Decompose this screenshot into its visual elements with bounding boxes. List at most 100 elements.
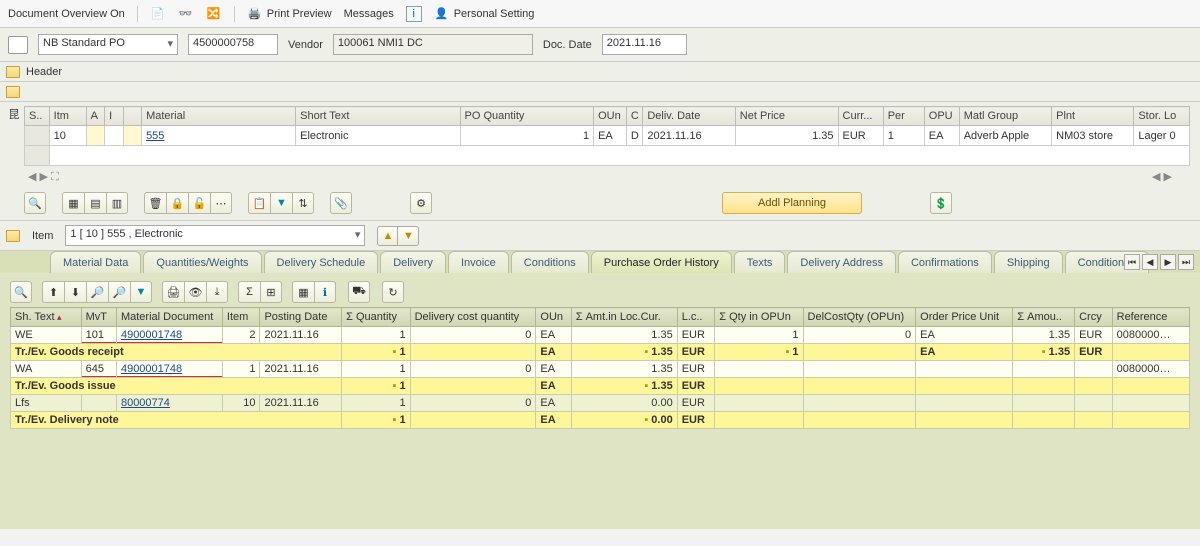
cell-curr[interactable]: EUR [838, 126, 883, 146]
detail-icon[interactable]: 🔍 [10, 281, 32, 303]
sort-icon[interactable]: ⇅ [292, 192, 314, 214]
hist-cell[interactable]: 1 [342, 395, 410, 412]
hist-col-header[interactable]: Posting Date [260, 308, 342, 327]
hist-col-header[interactable]: MvT [81, 308, 116, 327]
hist-col-header[interactable]: Order Price Unit [916, 308, 1013, 327]
other-po-icon[interactable]: 🔀 [206, 6, 222, 22]
layout1-icon[interactable]: ▦ [62, 192, 84, 214]
hist-cell[interactable]: 1 [342, 361, 410, 378]
cell-oun[interactable]: EA [594, 126, 627, 146]
hist-cell[interactable]: EA [916, 327, 1013, 344]
cell-c[interactable]: D [626, 126, 642, 146]
refresh-icon[interactable]: ↻ [382, 281, 404, 303]
subtotal-icon[interactable]: ⊞ [260, 281, 282, 303]
cell-qty[interactable]: 1 [460, 126, 594, 146]
col-header[interactable]: Curr... [838, 107, 883, 126]
view-icon[interactable]: 👁 [184, 281, 206, 303]
tab-next-icon[interactable]: ▶ [1160, 254, 1176, 270]
cell-icon[interactable] [123, 126, 141, 146]
hist-cell[interactable] [1075, 395, 1113, 412]
col-header[interactable]: Net Price [735, 107, 838, 126]
col-header[interactable]: C [626, 107, 642, 126]
hist-col-header[interactable]: Σ Amou.. [1013, 308, 1075, 327]
layout-icon[interactable]: ▦ [292, 281, 314, 303]
sort-asc-icon[interactable]: ⬆ [42, 281, 64, 303]
row-selector[interactable] [25, 126, 50, 146]
hist-col-header[interactable]: OUn [536, 308, 571, 327]
hist-cell[interactable]: 2021.11.16 [260, 395, 342, 412]
hist-col-header[interactable]: Σ Quantity [342, 308, 410, 327]
col-header[interactable]: OPU [924, 107, 959, 126]
col-header[interactable]: A [86, 107, 104, 126]
tab-quantities-weights[interactable]: Quantities/Weights [143, 251, 261, 273]
hist-cell[interactable]: EUR [677, 361, 715, 378]
hist-cell[interactable] [803, 361, 916, 378]
hist-cell[interactable]: 0 [803, 327, 916, 344]
hist-cell[interactable]: 645 [81, 361, 116, 378]
hist-cell[interactable]: 1 [222, 361, 260, 378]
filter-icon[interactable]: ▼ [130, 281, 152, 303]
col-header[interactable]: Matl Group [959, 107, 1051, 126]
item-select[interactable]: 1 [ 10 ] 555 , Electronic [65, 225, 365, 246]
vendor-field[interactable]: 100061 NMI1 DC [333, 34, 533, 55]
col-header[interactable]: Short Text [296, 107, 460, 126]
cell-mgrp[interactable]: Adverb Apple [959, 126, 1051, 146]
doc-overview-menu[interactable]: Document Overview On [8, 8, 125, 20]
hist-cell[interactable]: 1.35 [1013, 327, 1075, 344]
layout3-icon[interactable]: ▥ [106, 192, 128, 214]
hist-col-header[interactable]: Delivery cost quantity [410, 308, 536, 327]
hist-col-header[interactable]: Reference [1112, 308, 1189, 327]
find-next-icon[interactable]: 🔎 [108, 281, 130, 303]
grid-config-icon[interactable]: 昆 [6, 106, 22, 122]
po-type-select[interactable]: NB Standard PO [38, 34, 178, 55]
col-header[interactable]: Stor. Lo [1134, 107, 1190, 126]
hist-cell[interactable] [81, 395, 116, 412]
arrow-down-icon[interactable]: ▼ [398, 227, 418, 245]
hist-cell[interactable]: EA [536, 395, 571, 412]
filter-icon[interactable]: ▼ [270, 192, 292, 214]
col-header[interactable]: S.. [25, 107, 50, 126]
col-header[interactable]: OUn [594, 107, 627, 126]
hist-cell[interactable] [715, 361, 803, 378]
hist-cell[interactable]: 1.35 [571, 327, 677, 344]
hist-cell[interactable] [916, 361, 1013, 378]
tab-texts[interactable]: Texts [734, 251, 786, 273]
material-doc-link[interactable]: 4900001748 [121, 329, 182, 341]
header-expand-bar[interactable]: Header [0, 62, 1200, 82]
hist-cell[interactable]: 10 [222, 395, 260, 412]
unlock-icon[interactable]: 🔓 [188, 192, 210, 214]
material-doc-link[interactable]: 4900001748 [121, 363, 182, 375]
sort-desc-icon[interactable]: ⬇ [64, 281, 86, 303]
hist-col-header[interactable]: DelCostQty (OPUn) [803, 308, 916, 327]
info-icon[interactable]: i [406, 6, 422, 22]
hist-cell[interactable]: 2021.11.16 [260, 361, 342, 378]
more-icon[interactable]: ⋯ [210, 192, 232, 214]
item-nav-arrows[interactable]: ▲▼ [377, 226, 419, 246]
cell-plnt[interactable]: NM03 store [1052, 126, 1134, 146]
print-preview-menu[interactable]: 🖨️Print Preview [247, 6, 332, 22]
col-header[interactable]: Itm [49, 107, 86, 126]
hist-col-header[interactable]: Σ Amt.in Loc.Cur. [571, 308, 677, 327]
grid-pager[interactable]: ◀ ▶ ⛶◀ ▶ [0, 168, 1200, 186]
messages-menu[interactable]: Messages [344, 8, 394, 20]
tab-delivery-schedule[interactable]: Delivery Schedule [264, 251, 379, 273]
attachment-icon[interactable]: 📎 [330, 192, 352, 214]
hist-cell[interactable]: 0080000… [1112, 327, 1189, 344]
layout2-icon[interactable]: ▤ [84, 192, 106, 214]
display-icon[interactable]: 👓 [178, 6, 194, 22]
cell-short[interactable]: Electronic [296, 126, 460, 146]
arrow-up-icon[interactable]: ▲ [378, 227, 398, 245]
hist-cell[interactable]: 0080000… [1112, 361, 1189, 378]
col-header[interactable]: Deliv. Date [643, 107, 735, 126]
cell-i[interactable] [105, 126, 123, 146]
hist-col-header[interactable]: Material Document [116, 308, 222, 327]
col-header[interactable]: PO Quantity [460, 107, 594, 126]
refresh-price-icon[interactable]: 💲 [930, 192, 952, 214]
lock-icon[interactable]: 🔒 [166, 192, 188, 214]
cell-deliv[interactable]: 2021.11.16 [643, 126, 735, 146]
extra-icon[interactable]: ⛟ [348, 281, 370, 303]
hist-col-header[interactable]: L.c.. [677, 308, 715, 327]
services-icon[interactable]: ⚙ [410, 192, 432, 214]
tab-first-icon[interactable]: ⏮ [1124, 254, 1140, 270]
docdate-field[interactable]: 2021.11.16 [602, 34, 687, 55]
